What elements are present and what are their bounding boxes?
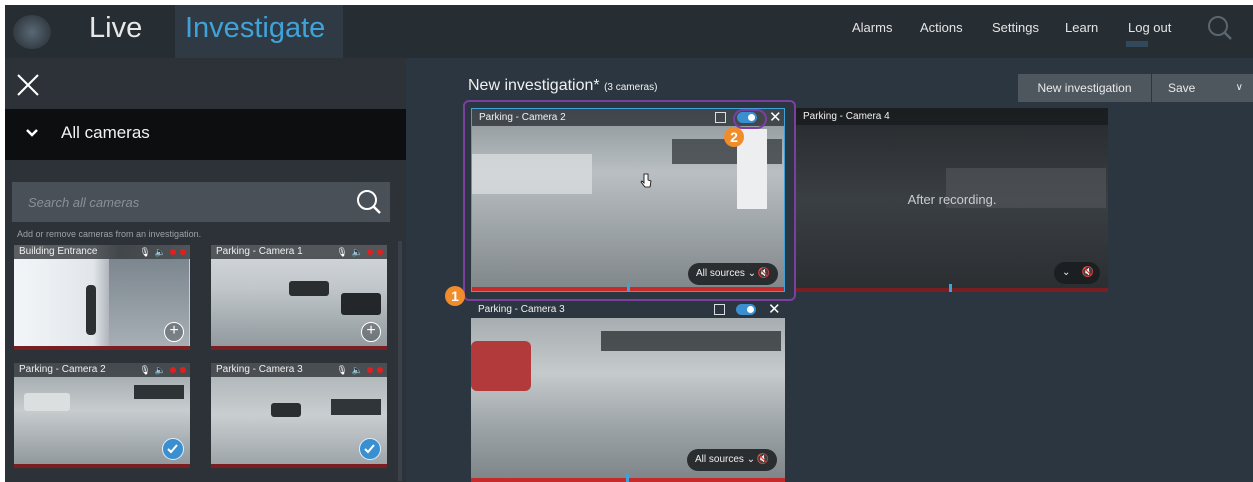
camera-name: Building Entrance: [19, 246, 98, 257]
nav-settings[interactable]: Settings: [992, 5, 1039, 58]
microphone-icon: 🎙: [336, 364, 348, 375]
search-icon[interactable]: [356, 189, 382, 215]
thumbnail-strip: [14, 346, 190, 350]
video-title-bar: Parking - Camera 4: [796, 108, 1108, 125]
thumbnail-status-icons: 🎙 🔈: [336, 246, 383, 258]
thumbnail-strip: [211, 346, 387, 350]
all-cameras-label: All cameras: [61, 123, 150, 142]
video-camera-name: Parking - Camera 4: [803, 111, 890, 122]
camera-panel: All cameras Add or remove cameras from a…: [5, 58, 406, 482]
camera-added-checkmark[interactable]: [359, 438, 381, 460]
toggle-highlight: [733, 109, 767, 129]
search-icon[interactable]: [1207, 15, 1233, 41]
app-window: Live Investigate Alarms Actions Settings…: [5, 5, 1253, 482]
recording-icon: [367, 367, 373, 373]
callout-badge: 2: [724, 127, 744, 147]
recording-icon: [377, 249, 383, 255]
recording-icon: [180, 249, 186, 255]
nav-logout[interactable]: Log out: [1128, 5, 1171, 58]
check-icon: [364, 444, 375, 454]
nav-learn[interactable]: Learn: [1065, 5, 1098, 58]
recording-icon: [367, 249, 373, 255]
investigation-title: New investigation* (3 cameras): [468, 77, 657, 95]
speaker-icon: 🔈: [154, 246, 166, 257]
timeline-bar[interactable]: [796, 288, 1108, 292]
sources-dropdown[interactable]: All sources ⌄ 🔇: [687, 449, 777, 471]
recording-icon: [170, 249, 176, 255]
save-button[interactable]: Save ∨: [1152, 74, 1253, 102]
new-investigation-button[interactable]: New investigation: [1018, 74, 1151, 102]
toggle-switch[interactable]: [736, 304, 756, 315]
recording-icon: [180, 367, 186, 373]
nav-indicator: [1126, 41, 1148, 47]
search-input[interactable]: [12, 182, 342, 222]
microphone-icon: 🎙: [139, 246, 151, 257]
mute-icon[interactable]: 🔇: [757, 449, 769, 471]
camera-thumbnail[interactable]: Parking - Camera 1 🎙 🔈 +: [211, 245, 387, 350]
callout-badge: 1: [445, 286, 465, 306]
expand-icon[interactable]: [714, 304, 725, 315]
nav-actions[interactable]: Actions: [920, 5, 963, 58]
speaker-icon: 🔈: [351, 246, 363, 257]
speaker-icon: 🔈: [351, 364, 363, 375]
mute-icon[interactable]: 🔇: [1082, 262, 1094, 284]
thumbnail-strip: [211, 464, 387, 468]
microphone-icon: 🎙: [336, 246, 348, 257]
timeline-marker: [626, 474, 629, 482]
investigation-name: New investigation*: [468, 77, 600, 94]
camera-thumbnail[interactable]: Parking - Camera 2 🎙 🔈: [14, 363, 190, 468]
close-view-icon[interactable]: ✕: [768, 302, 781, 317]
camera-thumbnail[interactable]: Parking - Camera 3 🎙 🔈: [211, 363, 387, 468]
thumbnail-status-icons: 🎙 🔈: [336, 364, 383, 376]
close-icon[interactable]: [15, 72, 41, 98]
video-view[interactable]: Parking - Camera 3 ✕ All sources ⌄ 🔇: [471, 301, 785, 482]
save-label: Save: [1168, 81, 1196, 95]
camera-name: Parking - Camera 3: [216, 364, 303, 375]
logo: [13, 15, 51, 49]
microphone-icon: 🎙: [139, 364, 151, 375]
add-camera-button[interactable]: +: [361, 322, 381, 342]
chevron-down-icon: [26, 129, 38, 137]
speaker-icon: 🔈: [154, 364, 166, 375]
sources-dropdown[interactable]: ⌄ 🔇: [1054, 262, 1100, 284]
timeline-marker: [949, 284, 952, 292]
camera-name: Parking - Camera 1: [216, 246, 303, 257]
top-bar: Live Investigate Alarms Actions Settings…: [5, 5, 1253, 58]
video-camera-name: Parking - Camera 3: [478, 304, 565, 315]
thumbnail-status-icons: 🎙 🔈: [139, 246, 186, 258]
chevron-down-icon: ⌄: [1062, 267, 1071, 278]
highlight-frame: [463, 100, 796, 301]
camera-added-checkmark[interactable]: [162, 438, 184, 460]
panel-hint: Add or remove cameras from an investigat…: [17, 229, 202, 239]
camera-search: [12, 182, 390, 222]
video-view[interactable]: Parking - Camera 4 After recording. ⌄ 🔇: [796, 108, 1108, 292]
after-recording-text: After recording.: [907, 192, 997, 207]
chevron-down-icon: ⌄: [746, 454, 756, 465]
scrollbar[interactable]: [398, 241, 402, 481]
camera-name: Parking - Camera 2: [19, 364, 106, 375]
sources-label: All sources: [695, 454, 744, 465]
check-icon: [167, 444, 178, 454]
recording-icon: [377, 367, 383, 373]
thumbnail-status-icons: 🎙 🔈: [139, 364, 186, 376]
camera-thumbnail[interactable]: Building Entrance 🎙 🔈 +: [14, 245, 190, 350]
tab-investigate[interactable]: Investigate: [175, 5, 343, 58]
chevron-down-icon: ∨: [1235, 82, 1243, 93]
all-cameras-group[interactable]: All cameras: [5, 109, 406, 160]
thumbnail-strip: [14, 464, 190, 468]
camera-count: (3 cameras): [604, 82, 658, 93]
add-camera-button[interactable]: +: [164, 322, 184, 342]
tab-live[interactable]: Live: [65, 5, 175, 58]
recording-icon: [170, 367, 176, 373]
nav-alarms[interactable]: Alarms: [852, 5, 892, 58]
